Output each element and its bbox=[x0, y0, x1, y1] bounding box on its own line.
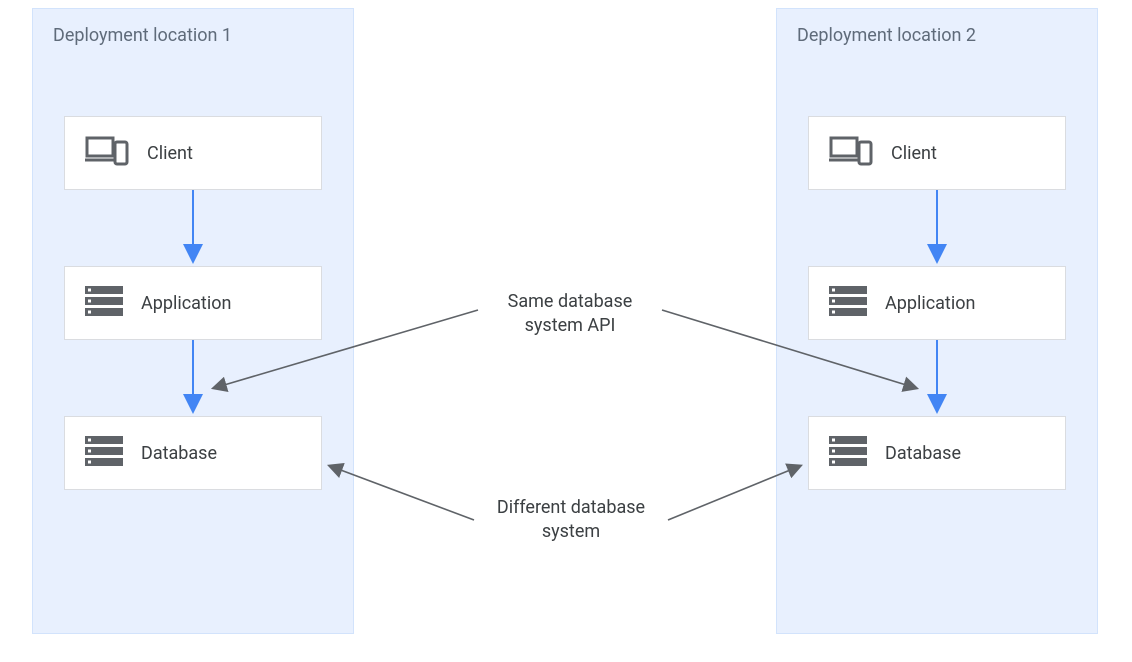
database-node-left: Database bbox=[64, 416, 322, 490]
different-database-system-annotation: Different database system bbox=[476, 496, 666, 545]
application-node-right: Application bbox=[808, 266, 1066, 340]
application-label-left: Application bbox=[141, 293, 231, 314]
client-label-left: Client bbox=[147, 143, 193, 164]
server-icon bbox=[829, 436, 867, 470]
client-node-left: Client bbox=[64, 116, 322, 190]
deployment-location-1-title: Deployment location 1 bbox=[53, 25, 232, 46]
server-icon bbox=[85, 436, 123, 470]
client-label-right: Client bbox=[891, 143, 937, 164]
annotation-line: Different database bbox=[476, 496, 666, 520]
server-icon bbox=[829, 286, 867, 320]
server-icon bbox=[85, 286, 123, 320]
annotation-line: system bbox=[476, 520, 666, 544]
client-devices-icon bbox=[85, 136, 129, 170]
annotation-line: system API bbox=[480, 314, 660, 338]
database-node-right: Database bbox=[808, 416, 1066, 490]
deployment-location-2-title: Deployment location 2 bbox=[797, 25, 976, 46]
application-node-left: Application bbox=[64, 266, 322, 340]
annotation-line: Same database bbox=[480, 290, 660, 314]
client-node-right: Client bbox=[808, 116, 1066, 190]
database-label-left: Database bbox=[141, 443, 217, 464]
database-label-right: Database bbox=[885, 443, 961, 464]
application-label-right: Application bbox=[885, 293, 975, 314]
client-devices-icon bbox=[829, 136, 873, 170]
same-database-api-annotation: Same database system API bbox=[480, 290, 660, 339]
